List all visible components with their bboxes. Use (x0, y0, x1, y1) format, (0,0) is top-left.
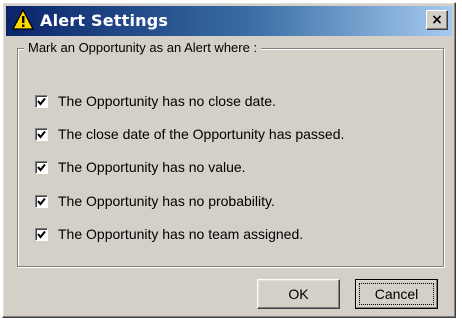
ok-button-label: OK (288, 286, 309, 302)
group-legend: Mark an Opportunity as an Alert where : (24, 40, 262, 55)
checkbox-no-close-date[interactable] (35, 94, 48, 108)
close-icon: × (431, 12, 443, 28)
option-label: The Opportunity has no team assigned. (58, 226, 304, 242)
alert-settings-dialog: Alert Settings × Mark an Opportunity as … (2, 2, 456, 318)
title-bar[interactable]: Alert Settings × (6, 6, 452, 36)
warning-icon (12, 8, 34, 31)
checkbox-no-team-assigned[interactable] (35, 227, 48, 241)
cancel-button[interactable]: Cancel (355, 279, 438, 309)
option-close-date-passed[interactable]: The close date of the Opportunity has pa… (35, 124, 344, 144)
option-label: The Opportunity has no probability. (58, 193, 275, 209)
option-no-value[interactable]: The Opportunity has no value. (35, 157, 246, 177)
option-label: The close date of the Opportunity has pa… (58, 126, 345, 142)
option-label: The Opportunity has no close date. (58, 93, 276, 109)
dialog-title: Alert Settings (40, 11, 169, 30)
checkbox-no-value[interactable] (35, 160, 48, 174)
close-button[interactable]: × (426, 10, 448, 30)
cancel-button-label: Cancel (374, 286, 419, 302)
option-no-probability[interactable]: The Opportunity has no probability. (35, 191, 275, 211)
option-no-team-assigned[interactable]: The Opportunity has no team assigned. (35, 224, 303, 244)
ok-button[interactable]: OK (257, 279, 340, 309)
checkbox-no-probability[interactable] (35, 194, 48, 208)
option-label: The Opportunity has no value. (58, 159, 246, 175)
option-no-close-date[interactable]: The Opportunity has no close date. (35, 91, 276, 111)
checkbox-close-date-passed[interactable] (35, 127, 48, 141)
